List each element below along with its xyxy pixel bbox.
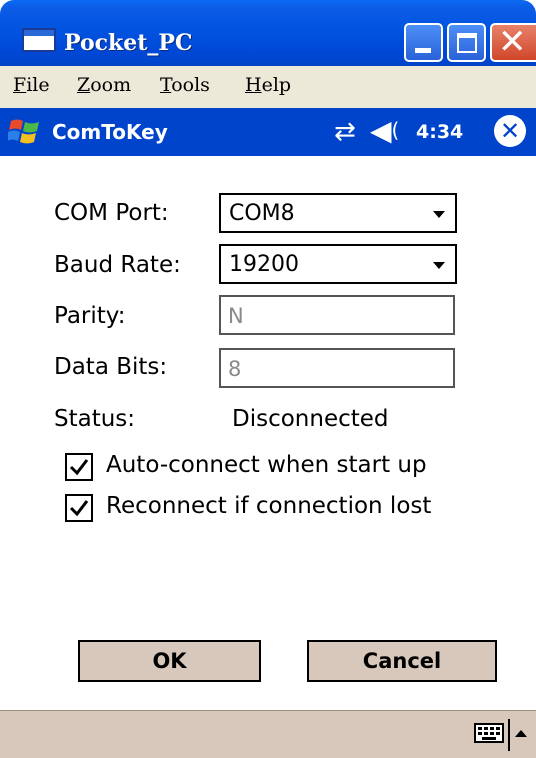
separator [508,719,510,751]
clock-time[interactable]: 4:34 [416,121,463,143]
navigation-bar: ComToKey ⇄ ◀︎( 4:34 ✕ [0,108,536,156]
parity-value: N [228,304,244,328]
reconnect-label[interactable]: Reconnect if connection lost [106,493,431,519]
sync-arrows-icon[interactable]: ⇄ [334,118,356,146]
keyboard-icon[interactable] [474,723,504,743]
chevron-down-icon [433,211,445,218]
parity-label: Parity: [54,303,126,329]
app-close-button[interactable]: ✕ [494,115,526,147]
com-port-value: COM8 [229,201,295,226]
app-title: ComToKey [52,120,168,144]
circle-x-icon: ✕ [499,117,521,145]
baud-rate-dropdown[interactable]: 19200 [219,244,457,284]
maximize-button[interactable] [447,23,486,62]
close-icon: ✕ [498,22,527,62]
minimize-button[interactable] [404,23,443,62]
auto-connect-label[interactable]: Auto-connect when start up [106,452,427,478]
com-port-dropdown[interactable]: COM8 [219,193,457,233]
cancel-button[interactable]: Cancel [307,640,497,682]
com-port-label: COM Port: [54,200,169,226]
pocket-pc-window: Pocket_PC ✕ File Zoom Tools Help ComToKe… [0,0,536,758]
checkmark-icon [69,500,89,517]
menu-help[interactable]: Help [245,74,291,96]
window-title: Pocket_PC [64,30,193,56]
title-bar[interactable]: Pocket_PC ✕ [0,0,536,66]
parity-field: N [219,295,455,335]
ok-button[interactable]: OK [78,640,261,682]
status-label: Status: [54,406,136,432]
auto-connect-checkbox[interactable] [65,453,93,481]
data-bits-value: 8 [228,357,242,381]
menu-file[interactable]: File [13,74,50,96]
data-bits-field: 8 [219,348,455,388]
data-bits-label: Data Bits: [54,354,168,380]
baud-rate-label: Baud Rate: [54,252,181,278]
menu-tools[interactable]: Tools [160,74,210,96]
bottom-command-bar [0,710,536,758]
baud-rate-value: 19200 [229,252,299,277]
windows-flag-icon[interactable] [8,115,42,149]
checkmark-icon [69,459,89,476]
maximize-icon [457,33,477,53]
minimize-icon [415,48,431,53]
speaker-icon[interactable]: ◀︎( [370,116,399,148]
menu-bar: File Zoom Tools Help [0,66,536,108]
reconnect-checkbox[interactable] [65,494,93,522]
chevron-down-icon [433,262,445,269]
up-arrow-icon[interactable] [515,730,527,737]
menu-zoom[interactable]: Zoom [77,74,131,96]
status-value: Disconnected [232,406,389,432]
window-icon [22,28,56,52]
close-button[interactable]: ✕ [490,23,536,62]
